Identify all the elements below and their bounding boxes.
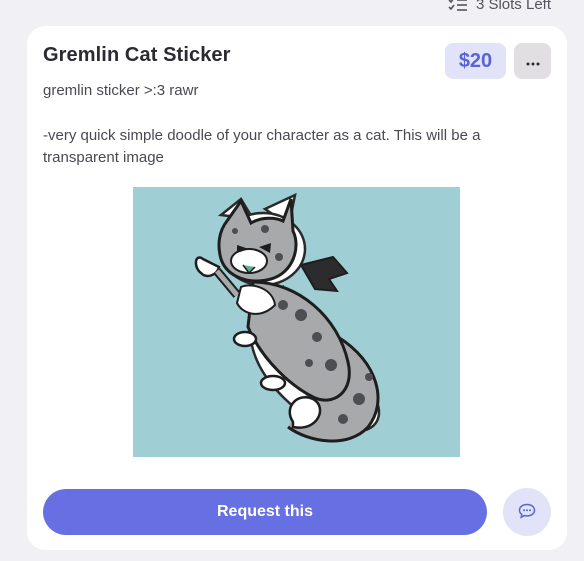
card-subtitle: gremlin sticker >:3 rawr [43, 82, 199, 99]
slots-left-indicator: 3 Slots Left [448, 0, 551, 13]
price-badge: $20 [445, 43, 506, 79]
request-button[interactable]: Request this [43, 489, 487, 535]
cat-sticker-illustration [194, 192, 381, 443]
slots-left-label: 3 Slots Left [475, 0, 551, 13]
example-image[interactable] [133, 187, 460, 457]
card-description: -very quick simple doodle of your charac… [43, 127, 481, 166]
ellipsis-icon [526, 54, 540, 69]
chat-button[interactable] [503, 488, 551, 536]
checklist-icon [448, 0, 468, 13]
more-options-button[interactable] [514, 43, 551, 79]
chat-bubble-icon [518, 503, 536, 522]
card-title: Gremlin Cat Sticker [43, 44, 231, 66]
commission-card: Gremlin Cat Sticker $20 gremlin sticker … [27, 26, 567, 550]
